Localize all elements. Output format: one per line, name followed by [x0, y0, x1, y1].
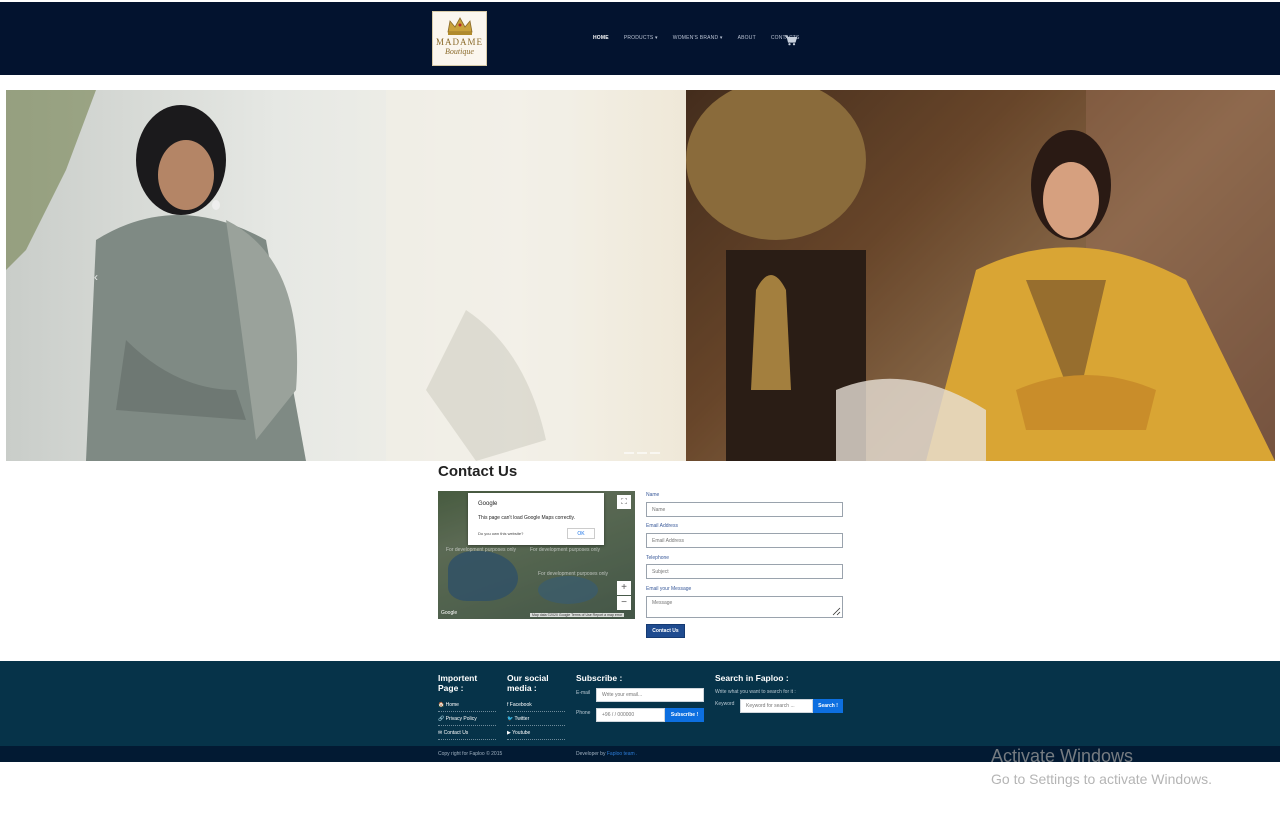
footer-link-home[interactable]: 🏠 Home	[438, 702, 496, 712]
windows-activation-title: Activate Windows	[991, 746, 1134, 766]
logo-line-2: Boutique	[445, 47, 474, 56]
map-attribution[interactable]: Map data ©2020 Google Terms of Use Repor…	[530, 613, 625, 617]
model-yellow-outfit-image	[686, 90, 1275, 461]
site-footer: Importent Page : 🏠 Home 🔗 Privacy Policy…	[0, 661, 1280, 746]
copyright-text: Copy right for Faploo © 2015	[438, 751, 503, 757]
search-input[interactable]	[740, 699, 813, 713]
phone-label: Telephone	[646, 555, 670, 561]
indicator-dot[interactable]	[624, 452, 634, 454]
zoom-out-button[interactable]: −	[617, 596, 631, 610]
site-header: MADAME Boutique HOME PRODUCTS ▾ WOMEN'S …	[0, 2, 1280, 75]
footer-link-facebook[interactable]: f Facebook	[507, 702, 565, 712]
footer-link-twitter[interactable]: 🐦 Twitter	[507, 716, 565, 726]
contact-us-button[interactable]: Contact Us	[646, 624, 685, 638]
nav-products[interactable]: PRODUCTS ▾	[624, 35, 658, 41]
name-input[interactable]	[646, 502, 843, 517]
map-dialog-message: This page can't load Google Maps correct…	[478, 515, 576, 521]
important-pages-heading: Importent Page :	[438, 673, 478, 693]
windows-activation-subtitle: Go to Settings to activate Windows.	[991, 771, 1212, 787]
map-dev-text: For development purposes only	[446, 547, 517, 553]
footer-link-youtube[interactable]: ▶ Youtube	[507, 730, 565, 740]
footer-link-privacy[interactable]: 🔗 Privacy Policy	[438, 716, 496, 726]
footer-link-contact[interactable]: ✉ Contact Us	[438, 730, 496, 740]
map-dialog-ok-button[interactable]: OK	[567, 528, 595, 539]
name-label: Name	[646, 492, 660, 498]
search-button[interactable]: Search !	[813, 699, 843, 713]
map-dev-text: For development purposes only	[530, 547, 601, 553]
map-dev-text: For development purposes only	[538, 571, 609, 577]
contact-title: Contact Us	[438, 463, 518, 480]
model-grey-outfit-image	[6, 90, 576, 461]
hero-image-left	[6, 90, 686, 461]
fullscreen-icon[interactable]: ⛶	[617, 495, 631, 509]
map-dialog-title: Google	[478, 501, 498, 507]
subscribe-button[interactable]: Subscribe !	[665, 708, 704, 722]
message-textarea[interactable]	[646, 596, 843, 618]
map-dialog-question[interactable]: Do you own this website?	[478, 531, 523, 536]
brand-logo[interactable]: MADAME Boutique	[432, 11, 487, 66]
hero-carousel: ‹	[6, 90, 1275, 461]
social-media-heading: Our social media :	[507, 673, 549, 693]
subscribe-phone-label: Phone	[576, 710, 591, 716]
search-keyword-label: Keyword	[715, 701, 735, 707]
crown-icon	[447, 17, 472, 35]
carousel-prev-icon[interactable]: ‹	[94, 270, 98, 284]
subscribe-heading: Subscribe :	[576, 673, 623, 683]
phone-input[interactable]	[646, 564, 843, 579]
map-error-dialog: Google This page can't load Google Maps …	[468, 493, 604, 545]
developer-credit: Developer by Faploo team .	[576, 751, 637, 757]
carousel-indicators	[624, 452, 660, 454]
cart-icon[interactable]	[785, 35, 797, 46]
hero-image-right	[686, 90, 1275, 461]
message-label: Email your Message	[646, 586, 692, 592]
email-label: Email Address	[646, 523, 678, 529]
email-input[interactable]	[646, 533, 843, 548]
resize-grip-icon[interactable]	[832, 607, 841, 616]
zoom-in-button[interactable]: +	[617, 581, 631, 595]
search-hint: Write what you want to search for it :	[715, 689, 796, 695]
nav-home[interactable]: HOME	[593, 35, 609, 41]
nav-about[interactable]: ABOUT	[738, 35, 756, 41]
nav-womens-brand[interactable]: WOMEN'S BRAND ▾	[673, 35, 723, 41]
subscribe-email-label: E-mail	[576, 690, 591, 696]
map-google-logo: Google	[441, 610, 458, 616]
main-nav: HOME PRODUCTS ▾ WOMEN'S BRAND ▾ ABOUT CO…	[593, 35, 815, 41]
developer-prefix: Developer by	[576, 751, 606, 757]
indicator-dot[interactable]	[650, 452, 660, 454]
subscribe-email-input[interactable]	[596, 688, 704, 702]
subscribe-phone-input[interactable]	[596, 708, 665, 722]
developer-link[interactable]: Faploo team .	[607, 751, 638, 757]
indicator-dot[interactable]	[637, 452, 647, 454]
logo-line-1: MADAME	[435, 37, 483, 47]
search-heading: Search in Faploo :	[715, 673, 789, 683]
